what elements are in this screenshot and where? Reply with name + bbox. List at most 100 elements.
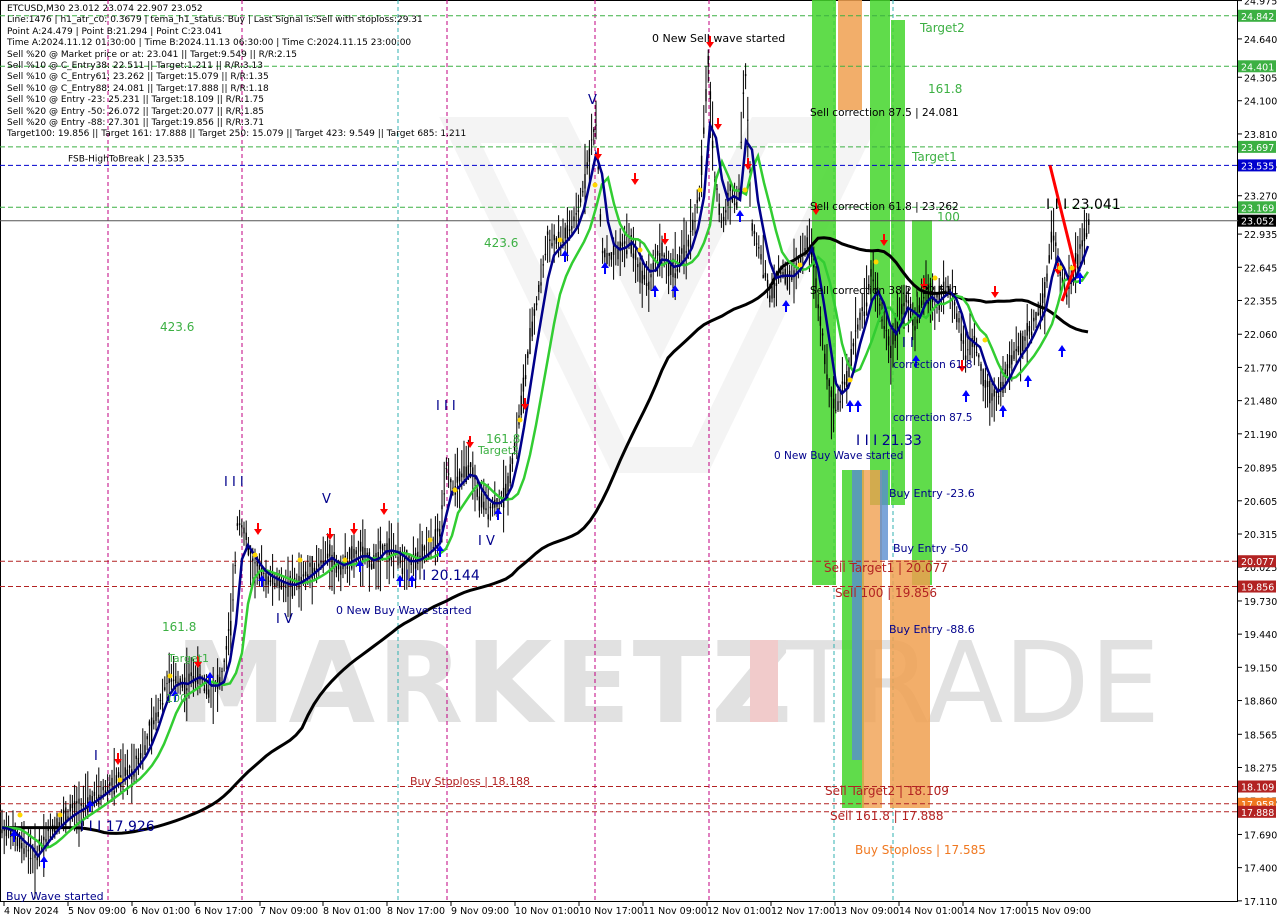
- candle-body: [835, 409, 837, 411]
- candle-body: [733, 203, 736, 205]
- candle-body: [1059, 271, 1061, 277]
- annotation: 423.6: [160, 320, 194, 334]
- candle-body: [551, 242, 553, 247]
- candle-body: [221, 671, 223, 673]
- candle-body: [247, 547, 250, 555]
- candle-body: [859, 312, 861, 321]
- candle-body: [359, 541, 362, 552]
- signal-dot: [697, 187, 703, 193]
- candle-body: [687, 239, 690, 247]
- candle-body: [632, 253, 635, 259]
- candle-body: [623, 241, 626, 244]
- candle-body: [353, 548, 355, 558]
- candle-body: [60, 816, 63, 825]
- candle-body: [590, 139, 593, 141]
- annotation: V: [588, 93, 597, 108]
- candle-body: [234, 565, 236, 567]
- candle-body: [58, 822, 60, 827]
- watermark-accent: [750, 640, 778, 722]
- x-tick-label: 10 Nov 01:00: [515, 906, 579, 917]
- signal-dot: [592, 182, 598, 188]
- candle-body: [969, 339, 971, 356]
- candle-body: [718, 203, 720, 215]
- candle-body: [1044, 282, 1046, 298]
- candle-body: [984, 379, 987, 388]
- candle-body: [436, 528, 439, 532]
- y-tick-label: 18.860: [1244, 697, 1277, 708]
- candle-body: [826, 374, 828, 380]
- y-tick-label: 24.975: [1244, 0, 1277, 8]
- annotation: 100: [166, 692, 187, 705]
- candle-body: [850, 349, 852, 366]
- candle-body: [309, 562, 311, 567]
- candle-body: [586, 162, 588, 169]
- candle-body: [700, 155, 703, 175]
- candle-body: [522, 377, 525, 392]
- candle-body: [1011, 355, 1013, 365]
- candle-body: [265, 573, 267, 586]
- candle-body: [612, 245, 615, 255]
- chart-root: MARKETZ TRADE 24.975 24.640 24.305 24.100 23.8…: [0, 0, 1280, 920]
- candle-body: [300, 576, 302, 581]
- candle-body: [25, 846, 27, 848]
- candle-body: [993, 389, 995, 397]
- candle-body: [379, 540, 382, 549]
- candle-body: [1, 829, 3, 834]
- candle-body: [62, 809, 65, 814]
- candle-body: [901, 303, 903, 315]
- candle-body: [23, 848, 25, 854]
- candle-body: [885, 330, 888, 332]
- candle-body: [267, 576, 269, 585]
- candle-body: [610, 252, 613, 260]
- candle-body: [775, 283, 778, 287]
- candle-body: [914, 326, 916, 331]
- candle-body: [639, 262, 641, 283]
- candle-body: [535, 303, 538, 306]
- candle-body: [318, 563, 320, 567]
- candle-body: [837, 401, 839, 410]
- candle-body: [18, 837, 21, 849]
- candle-body: [555, 238, 558, 244]
- candle-body: [320, 560, 322, 564]
- candle-body: [764, 272, 767, 278]
- candle-body: [709, 91, 712, 99]
- annotation: I V: [276, 612, 293, 627]
- candle-body: [527, 351, 529, 359]
- candle-body: [302, 574, 305, 577]
- candle-body: [109, 782, 111, 786]
- price-box-label: 19.856: [1241, 583, 1274, 594]
- candle-body: [582, 191, 584, 193]
- candle-body: [553, 234, 555, 241]
- candle-body: [188, 673, 190, 682]
- candle-body: [230, 620, 232, 636]
- candle-body: [139, 753, 142, 759]
- signal-dot: [982, 337, 988, 343]
- signal-dot: [17, 812, 23, 818]
- candle-body: [456, 476, 459, 483]
- candle-body: [595, 124, 597, 126]
- signal-dot: [117, 777, 123, 783]
- annotation: Target1: [167, 652, 209, 665]
- y-tick-label: 24.100: [1244, 97, 1277, 108]
- x-tick-label: 8 Nov 01:00: [323, 906, 381, 917]
- candle-body: [920, 300, 923, 306]
- candle-body: [1083, 228, 1086, 242]
- candle-body: [1081, 240, 1083, 247]
- annotation: 0 New Buy Wave started: [774, 450, 903, 462]
- candle-body: [960, 333, 962, 342]
- candle-body: [795, 263, 797, 265]
- candle-body: [661, 242, 663, 257]
- candle-body: [445, 468, 448, 470]
- candle-body: [707, 55, 709, 65]
- signal-dot: [557, 237, 563, 243]
- candle-body: [500, 492, 503, 494]
- annotation: V: [322, 492, 331, 507]
- candle-body: [1017, 346, 1020, 353]
- y-tick-label: 18.275: [1244, 764, 1277, 775]
- zone-bar: [852, 470, 862, 760]
- y-tick-label: 19.150: [1244, 663, 1277, 674]
- candle-body: [821, 333, 824, 336]
- info-line: Sell %10 @ C_Entry61: 23.262 || Target:1…: [7, 72, 269, 83]
- info-line: Sell %10 @ Entry -23: 25.231 || Target:1…: [7, 95, 265, 106]
- candle-body: [967, 349, 969, 351]
